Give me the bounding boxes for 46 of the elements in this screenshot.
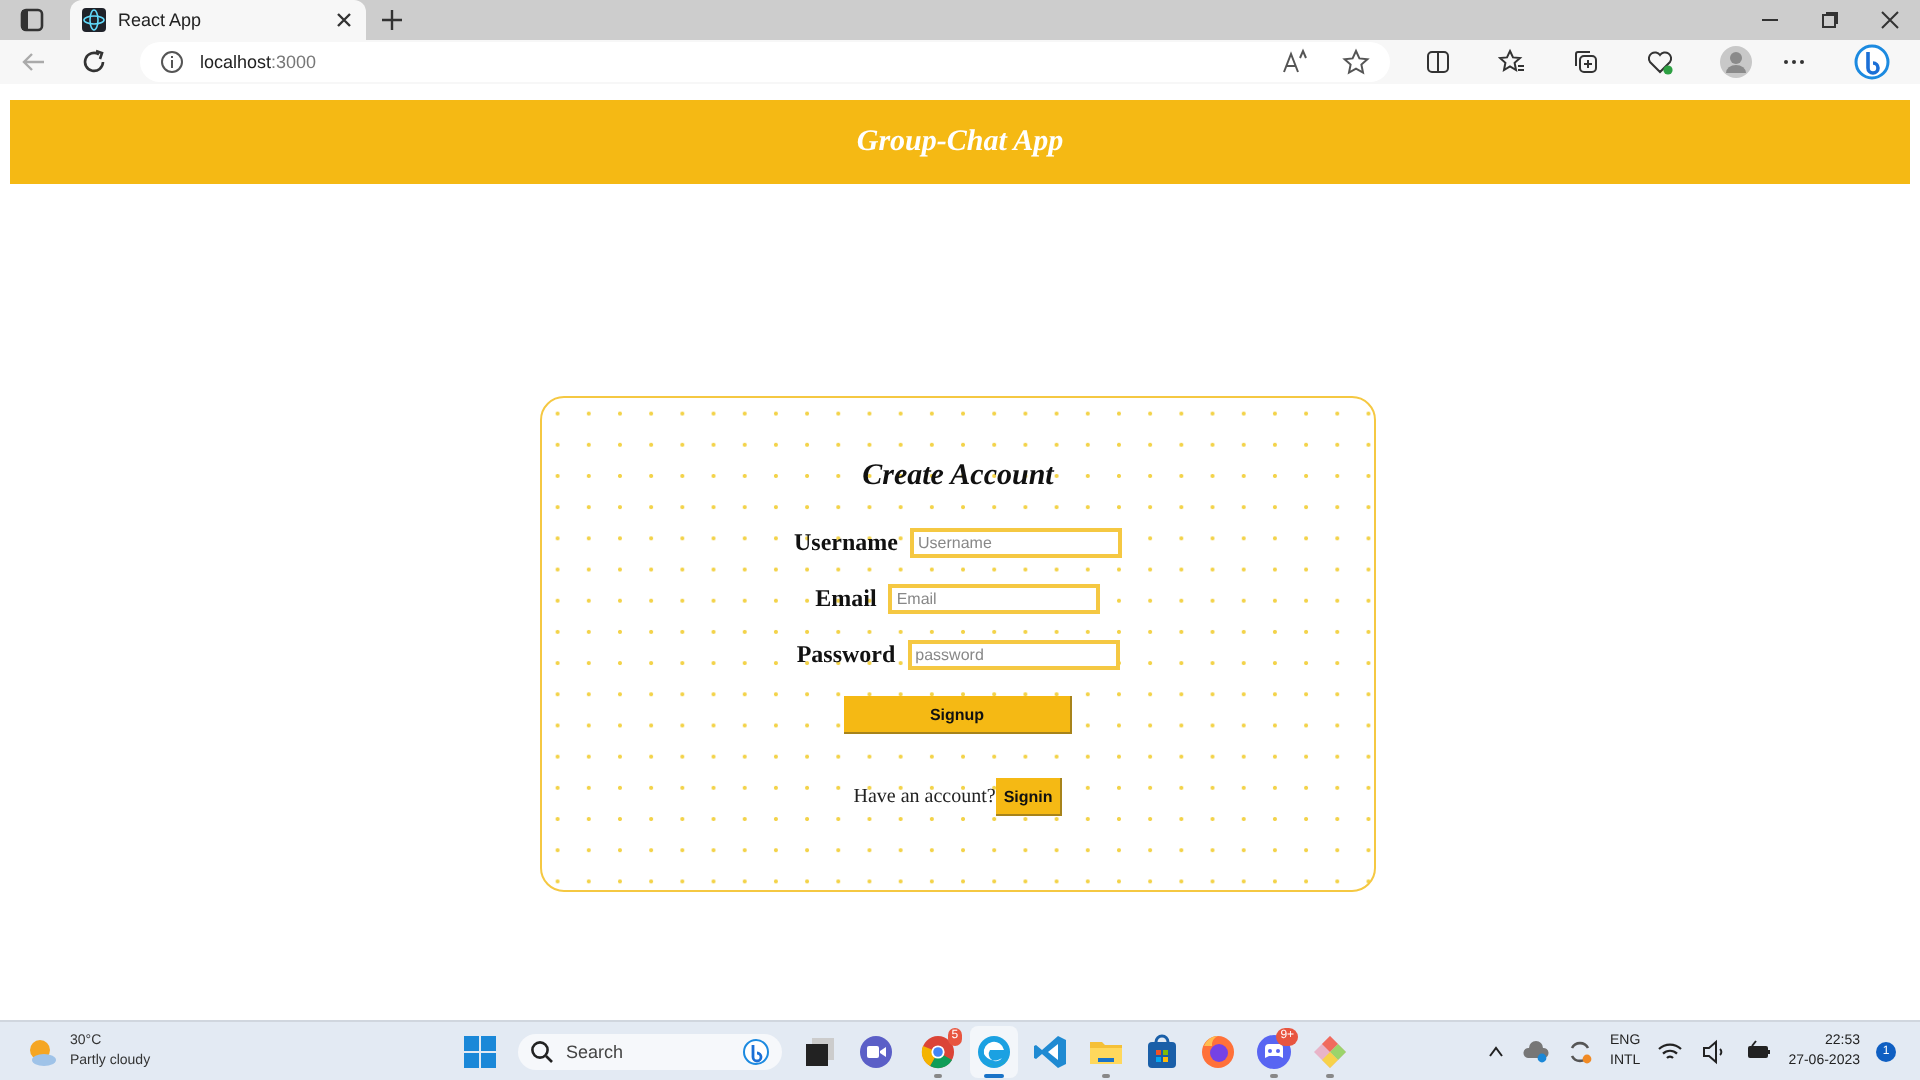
favorites-icon[interactable] [1498,48,1526,76]
chat-bubble-icon [742,1037,771,1065]
input-field[interactable]: Email [888,584,1101,614]
signup-button[interactable]: Signup [844,696,1072,734]
restore-icon[interactable] [1820,10,1840,30]
fox-globe-icon [1200,1033,1237,1069]
chat-bubble-icon[interactable] [1854,44,1890,80]
field-label: Password [796,640,896,670]
read-aloud-icon[interactable] [1282,48,1310,76]
collections-icon[interactable] [1572,48,1600,76]
have-account-text: Have an account? [853,786,996,808]
tab-actions-icon[interactable] [18,6,46,34]
diamond-icon [1312,1033,1349,1069]
chevron-up-icon[interactable] [1486,1041,1507,1061]
close-icon[interactable] [334,10,354,30]
form-title: Create Account [862,460,1054,494]
sync-icon[interactable] [1566,1037,1595,1065]
split-screen-icon[interactable] [1424,48,1452,76]
windows-start-icon[interactable] [462,1033,499,1069]
input-field[interactable]: password [907,640,1120,670]
tab-title: React App [118,10,204,30]
browser-tab[interactable]: React App [70,0,366,40]
signin-button[interactable]: Signin [995,778,1063,816]
store-bag-icon [1144,1033,1181,1069]
atom-icon [82,8,106,32]
field-label: Username [794,528,898,558]
input-field[interactable]: Username [909,528,1122,558]
info-icon [160,50,184,74]
search-field[interactable]: Search [518,1033,783,1069]
task-view-icon[interactable] [802,1033,839,1069]
profile-icon[interactable] [1720,46,1752,78]
chrome-icon [920,1033,957,1069]
reload-icon[interactable] [80,48,108,76]
new-tab-icon[interactable] [380,8,404,32]
heart-icon[interactable] [1646,48,1674,76]
search-icon [530,1039,555,1063]
code-editor-icon [1032,1033,1069,1069]
video-chat-icon[interactable] [858,1033,895,1069]
field-label: Email [815,584,877,614]
app-title: Group-Chat App [856,125,1064,159]
taskbar-app[interactable] [970,1025,1019,1077]
star-icon[interactable] [1342,48,1370,76]
close-icon[interactable] [1880,10,1900,30]
address-field[interactable]: localhost:3000 [140,42,1390,82]
swirl-icon [976,1033,1013,1069]
cloud-icon[interactable] [1522,1037,1551,1065]
